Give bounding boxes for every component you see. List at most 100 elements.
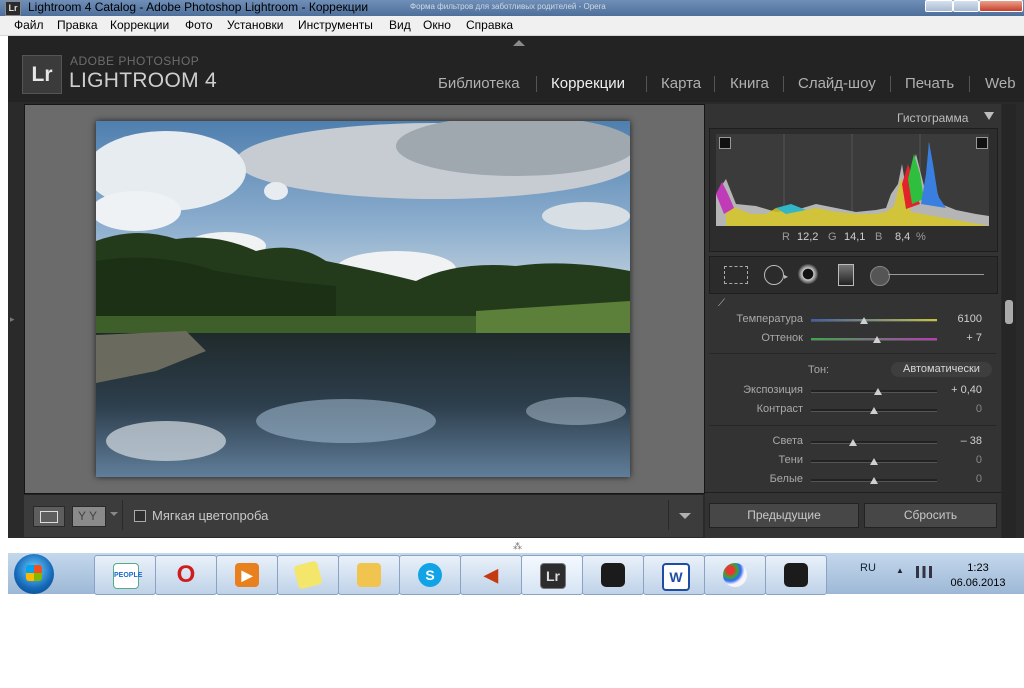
soft-proof-checkbox[interactable]: [134, 510, 146, 522]
highlights-slider[interactable]: [811, 441, 937, 444]
scrollbar-thumb[interactable]: [1005, 300, 1013, 324]
menu-develop[interactable]: Коррекции: [110, 18, 169, 32]
contrast-label: Контраст: [756, 403, 803, 415]
whites-slider-thumb[interactable]: [870, 477, 878, 484]
menu-file[interactable]: Файл: [14, 18, 44, 32]
contrast-value[interactable]: 0: [932, 403, 982, 415]
menu-edit[interactable]: Правка: [57, 18, 98, 32]
expand-left-panel-icon[interactable]: ▸: [10, 314, 15, 325]
people-app-icon: PEOPLE: [113, 563, 142, 589]
menu-tools[interactable]: Инструменты: [298, 18, 373, 32]
histogram-title[interactable]: Гистограмма: [897, 111, 968, 125]
g-value: 14,1: [844, 231, 866, 243]
contrast-slider-thumb[interactable]: [870, 407, 878, 414]
menu-photo[interactable]: Фото: [185, 18, 213, 32]
histogram-graph[interactable]: [716, 134, 989, 226]
module-separator: [646, 76, 647, 92]
photo-svg: [96, 121, 630, 477]
shadows-value[interactable]: 0: [932, 454, 982, 466]
loupe-view-button[interactable]: [33, 506, 65, 527]
network-icon[interactable]: [916, 566, 932, 578]
highlights-label: Света: [772, 435, 803, 447]
taskbar-app-people[interactable]: PEOPLE: [94, 555, 156, 595]
crop-tool-icon[interactable]: [724, 266, 748, 284]
collapse-top-panel-icon[interactable]: [513, 40, 525, 46]
module-library[interactable]: Библиотека: [438, 75, 520, 92]
module-print[interactable]: Печать: [905, 75, 954, 92]
taskbar-app-opera[interactable]: O: [155, 555, 217, 595]
module-web[interactable]: Web: [985, 75, 1016, 92]
module-separator: [890, 76, 891, 92]
reset-button[interactable]: Сбросить: [864, 503, 997, 528]
taskbar-app-lightroom[interactable]: Lr: [521, 555, 583, 595]
clock-time: 1:23: [967, 562, 989, 574]
previous-button[interactable]: Предыдущие: [709, 503, 859, 528]
module-develop[interactable]: Коррекции: [551, 75, 625, 92]
taskbar-app-explorer[interactable]: [338, 555, 400, 595]
highlights-value[interactable]: – 38: [932, 435, 982, 447]
lightroom-logo: Lr: [22, 55, 62, 94]
spot-removal-icon[interactable]: [764, 265, 784, 285]
b-value: 8,4: [895, 231, 911, 243]
menu-help[interactable]: Справка: [466, 18, 513, 32]
histogram-collapse-icon[interactable]: [984, 112, 994, 120]
tint-value[interactable]: + 7: [932, 332, 982, 344]
shadows-slider-thumb[interactable]: [870, 458, 878, 465]
shadow-clipping-toggle[interactable]: [719, 137, 731, 149]
start-button[interactable]: [14, 554, 54, 594]
toolbar-separator: [122, 500, 123, 530]
menu-window[interactable]: Окно: [423, 18, 451, 32]
exposure-slider-thumb[interactable]: [873, 388, 882, 395]
taskbar-app-paint[interactable]: [704, 555, 766, 595]
module-book[interactable]: Книга: [730, 75, 769, 92]
language-indicator[interactable]: RU: [860, 562, 876, 574]
temp-slider-thumb[interactable]: [859, 317, 868, 324]
highlight-clipping-toggle[interactable]: [976, 137, 988, 149]
system-clock[interactable]: 1:23 06.06.2013: [948, 561, 1008, 591]
taskbar-app-camera[interactable]: [582, 555, 644, 595]
expand-filmstrip-icon[interactable]: ⁂: [513, 541, 522, 552]
g-label: G: [828, 231, 837, 243]
tray-expand-icon[interactable]: ▲: [896, 566, 904, 575]
taskbar-app-media[interactable]: ▶: [216, 555, 278, 595]
module-slideshow[interactable]: Слайд-шоу: [798, 75, 876, 92]
eyedropper-icon[interactable]: ⟋: [718, 298, 728, 309]
graduated-filter-icon[interactable]: [838, 264, 854, 286]
title-bar: Lr Lightroom 4 Catalog - Adobe Photoshop…: [0, 0, 1024, 16]
toolbar-content-dropdown-icon[interactable]: [679, 513, 691, 519]
menu-bar: Файл Правка Коррекции Фото Установки Инс…: [0, 16, 1024, 36]
taskbar-app-notes[interactable]: [277, 555, 339, 595]
soft-proof-label[interactable]: Мягкая цветопроба: [152, 508, 268, 523]
close-button[interactable]: [979, 0, 1023, 12]
toolbar-separator: [668, 500, 669, 530]
temperature-value[interactable]: 6100: [932, 313, 982, 325]
tint-slider-thumb[interactable]: [872, 336, 881, 343]
background-window-title: Форма фильтров для заботливых родителей …: [410, 2, 606, 11]
red-eye-icon[interactable]: [798, 264, 818, 284]
highlights-slider-thumb[interactable]: [848, 439, 857, 446]
lightroom-app-icon: Lr: [5, 1, 21, 16]
module-map[interactable]: Карта: [661, 75, 701, 92]
minimize-button[interactable]: [925, 0, 953, 12]
histogram-svg: [716, 134, 989, 226]
whites-value[interactable]: 0: [932, 473, 982, 485]
before-after-dropdown-icon[interactable]: [110, 512, 118, 516]
exposure-value[interactable]: + 0,40: [932, 384, 982, 396]
module-separator: [783, 76, 784, 92]
section-divider: [709, 353, 996, 354]
taskbar-app-camera2[interactable]: [765, 555, 827, 595]
menu-settings[interactable]: Установки: [227, 18, 283, 32]
r-label: R: [782, 231, 790, 243]
taskbar-app-audio[interactable]: ◀: [460, 555, 522, 595]
menu-view[interactable]: Вид: [389, 18, 411, 32]
temperature-slider[interactable]: [811, 319, 937, 322]
explorer-icon: [357, 563, 381, 587]
auto-tone-button[interactable]: Автоматически: [891, 362, 992, 377]
landscape-photo[interactable]: [96, 121, 630, 477]
taskbar-app-word[interactable]: W: [643, 555, 705, 595]
maximize-button[interactable]: [953, 0, 979, 12]
tint-label: Оттенок: [761, 332, 803, 344]
adjustment-brush-icon[interactable]: [870, 266, 890, 286]
taskbar-app-skype[interactable]: S: [399, 555, 461, 595]
before-after-button[interactable]: YY: [72, 506, 106, 527]
